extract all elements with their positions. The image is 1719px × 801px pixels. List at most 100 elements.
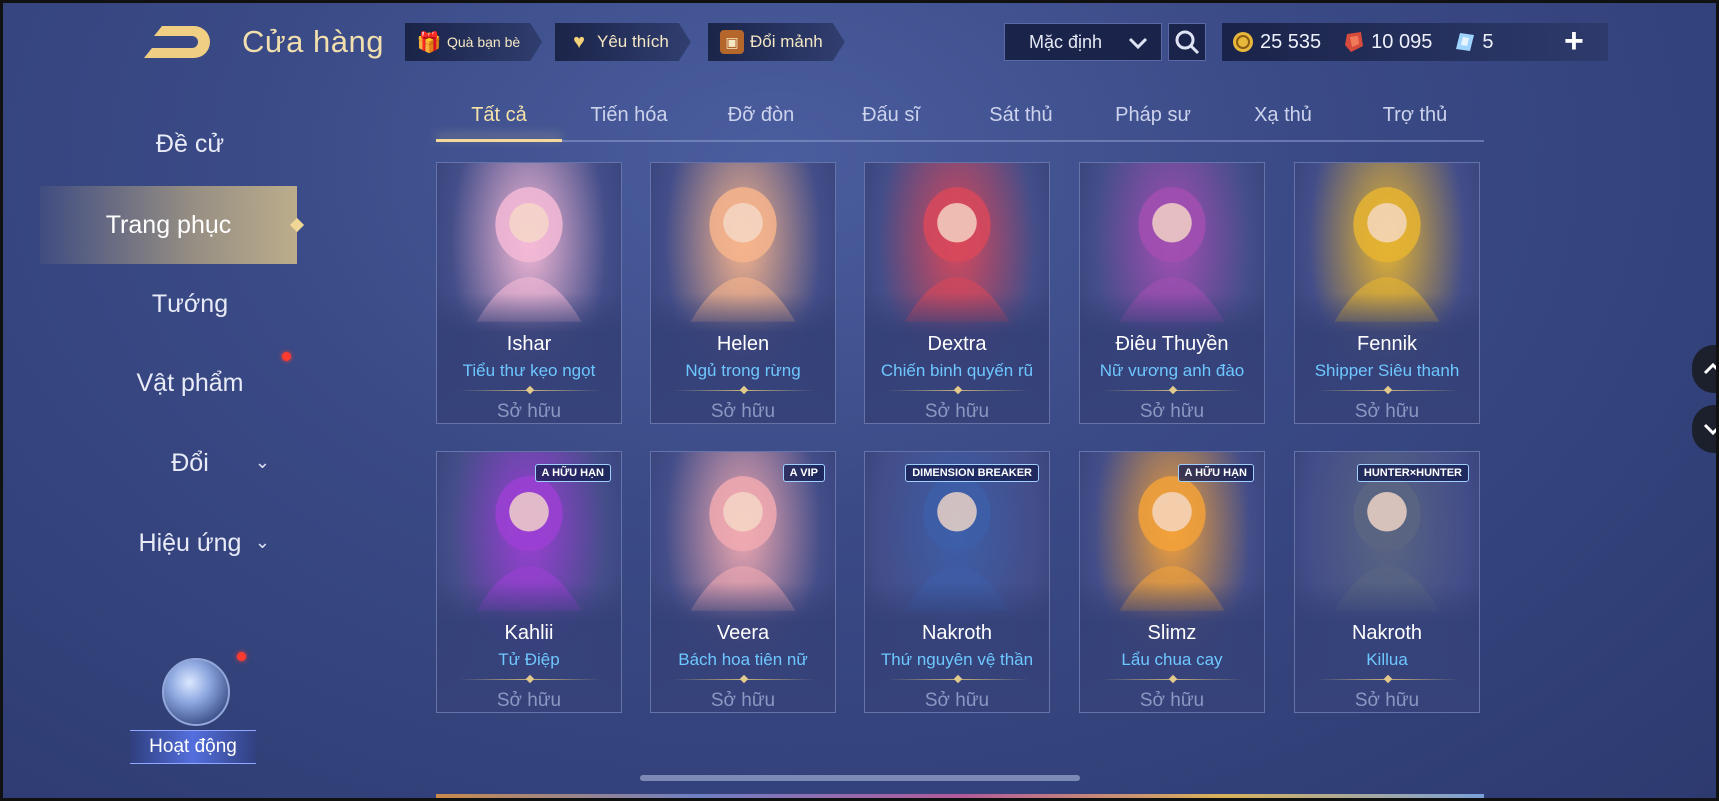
skin-card[interactable]: A VIP Veera Bách hoa tiên nữ Sở hữu [650, 451, 836, 713]
back-arrow-icon [144, 26, 210, 58]
divider [887, 390, 1029, 391]
tab-marksman[interactable]: Xạ thủ [1228, 104, 1338, 127]
ownership-status: Sở hữu [924, 690, 990, 711]
chevron-down-icon: ⌄ [254, 452, 270, 472]
exchange-fragments-button[interactable]: ▣ Đổi mảnh [708, 23, 845, 61]
divider [1102, 390, 1244, 391]
ownership-status: Sở hữu [1354, 401, 1420, 422]
ownership-status: Sở hữu [924, 401, 990, 422]
favorites-button[interactable]: ♥ Yêu thích [555, 23, 691, 61]
skin-badge: DIMENSION BREAKER [905, 464, 1039, 482]
gold-amount: 25 535 [1260, 30, 1322, 53]
scroll-up-button[interactable] [1692, 345, 1719, 393]
skin-badge: A VIP [782, 464, 825, 482]
skin-name: Killua [1366, 650, 1408, 669]
skin-badge: A HỮU HẠN [1177, 464, 1254, 482]
hero-name: Nakroth [921, 622, 993, 644]
sidebar-item-effects[interactable]: Hiệu ứng ⌄ [60, 529, 320, 558]
sort-value: Mặc định [1029, 31, 1103, 52]
divider [459, 390, 601, 391]
divider [887, 679, 1029, 680]
hero-name: Điêu Thuyền [1115, 333, 1229, 355]
ownership-status: Sở hữu [710, 401, 776, 422]
skin-card[interactable]: Ishar Tiểu thư kẹo ngọt Sở hữu [436, 162, 622, 424]
friend-gift-label: Quà bạn bè [447, 34, 521, 50]
ownership-status: Sở hữu [710, 690, 776, 711]
sidebar-item-label: Hiệu ứng [138, 529, 242, 557]
tab-all[interactable]: Tất cả [444, 104, 554, 127]
chevron-down-icon: ⌄ [254, 532, 270, 552]
skin-name: Nữ vương anh đào [1099, 361, 1245, 380]
gem-balance: 5 [1454, 31, 1493, 54]
next-row-peek [436, 794, 1484, 801]
voucher-balance: 10 095 [1343, 31, 1432, 54]
hero-name: Slimz [1147, 622, 1197, 644]
page-title: Cửa hàng [242, 24, 384, 59]
hero-name: Dextra [927, 333, 987, 355]
skin-name: Lẩu chua cay [1121, 650, 1223, 669]
chevron-down-icon [1128, 37, 1148, 50]
skin-card[interactable]: A HỮU HẠN Kahlii Tử Điệp Sở hữu [436, 451, 622, 713]
sidebar-item-costumes[interactable]: Trang phục [40, 186, 297, 264]
back-button[interactable] [140, 22, 212, 62]
skin-name: Tiểu thư kẹo ngọt [462, 361, 596, 380]
gift-icon: 🎁 [416, 31, 442, 54]
scroll-down-button[interactable] [1692, 405, 1719, 453]
gold-coin-icon [1233, 32, 1253, 52]
search-button[interactable] [1168, 23, 1206, 61]
skin-card[interactable]: DIMENSION BREAKER Nakroth Thứ nguyên vệ th… [864, 451, 1050, 713]
hero-name: Nakroth [1351, 622, 1423, 644]
sidebar-item-label: Trang phục [105, 211, 232, 239]
divider [673, 679, 815, 680]
add-currency-button[interactable]: + [1564, 22, 1584, 60]
skin-card[interactable]: Dextra Chiến binh quyến rũ Sở hữu [864, 162, 1050, 424]
skin-name: Ngủ trong rừng [685, 361, 801, 380]
scrollbar[interactable] [640, 775, 1080, 781]
sidebar-item-heroes[interactable]: Tướng [60, 290, 320, 319]
skin-card[interactable]: Helen Ngủ trong rừng Sở hữu [650, 162, 836, 424]
tab-mage[interactable]: Pháp sư [1098, 104, 1208, 127]
hero-name: Kahlii [504, 622, 554, 644]
ownership-status: Sở hữu [496, 401, 562, 422]
skin-name: Chiến binh quyến rũ [880, 361, 1034, 380]
skin-name: Tử Điệp [498, 650, 560, 669]
skin-card[interactable]: Fennik Shipper Siêu thanh Sở hữu [1294, 162, 1480, 424]
hero-name: Fennik [1356, 333, 1418, 355]
chevron-down-icon [1703, 423, 1719, 436]
notification-dot [282, 352, 291, 361]
skin-card[interactable]: A HỮU HẠN Slimz Lẩu chua cay Sở hữu [1079, 451, 1265, 713]
active-tab-indicator [436, 139, 562, 142]
gem-icon [1456, 33, 1475, 51]
category-tabs: Tất cả Tiến hóa Đỡ đòn Đấu sĩ Sát thủ Ph… [436, 96, 1484, 142]
sidebar-item-exchange[interactable]: Đổi ⌄ [60, 449, 320, 478]
divider [1102, 679, 1244, 680]
sidebar-item-recommended[interactable]: Đề cử [60, 130, 320, 159]
ownership-status: Sở hữu [1354, 690, 1420, 711]
chevron-up-icon [1703, 362, 1719, 375]
plus-icon: + [1564, 22, 1584, 60]
skin-card[interactable]: Điêu Thuyền Nữ vương anh đào Sở hữu [1079, 162, 1265, 424]
hero-name: Ishar [506, 333, 552, 355]
tab-tank[interactable]: Đỡ đòn [706, 104, 816, 127]
tab-evolution[interactable]: Tiến hóa [574, 104, 684, 127]
divider [1317, 390, 1459, 391]
ownership-status: Sở hữu [1139, 401, 1205, 422]
skin-card[interactable]: HUNTER×HUNTER Nakroth Killua Sở hữu [1294, 451, 1480, 713]
tab-assassin[interactable]: Sát thủ [966, 104, 1076, 127]
sidebar-item-label: Đề cử [155, 130, 225, 158]
voucher-icon [1345, 32, 1364, 52]
activity-label: Hoạt động [130, 730, 256, 764]
ownership-status: Sở hữu [496, 690, 562, 711]
tab-fighter[interactable]: Đấu sĩ [836, 104, 946, 127]
activity-button[interactable]: Hoạt động [130, 658, 256, 768]
activity-orb-icon [162, 658, 230, 726]
search-icon [1175, 30, 1200, 55]
heart-icon: ♥ [573, 30, 585, 53]
sort-dropdown[interactable]: Mặc định [1004, 23, 1162, 61]
gold-balance: 25 535 [1232, 31, 1321, 54]
friend-gift-button[interactable]: 🎁 Quà bạn bè [405, 23, 542, 61]
tab-support[interactable]: Trợ thủ [1360, 104, 1470, 127]
sidebar-item-items[interactable]: Vật phẩm [60, 369, 320, 398]
fragment-chest-icon: ▣ [720, 30, 744, 54]
divider [459, 679, 601, 680]
